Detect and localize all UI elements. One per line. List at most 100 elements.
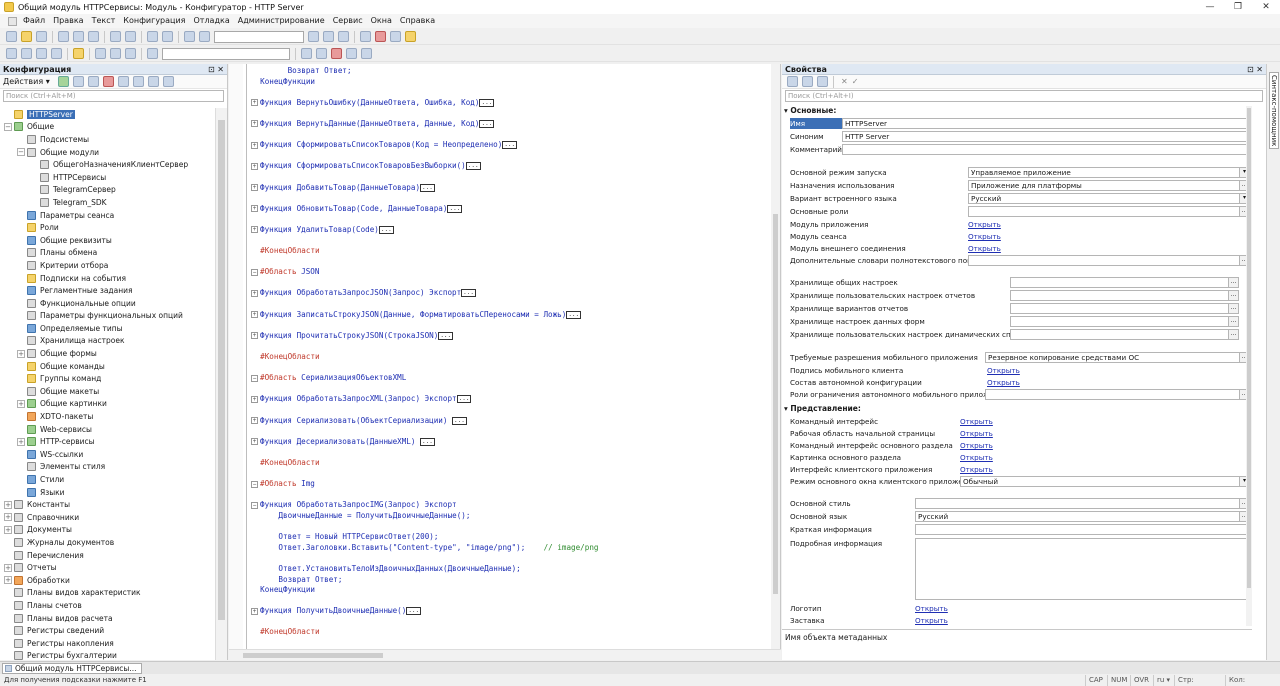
open-link[interactable]: Открыть bbox=[968, 232, 1001, 241]
tree-item[interactable]: Перечисления bbox=[0, 549, 214, 562]
mobile-roles-field[interactable]: … bbox=[985, 389, 1250, 400]
open-link[interactable]: Открыть bbox=[960, 453, 993, 462]
property-pages-icon[interactable] bbox=[817, 76, 828, 87]
breakpoint-icon[interactable] bbox=[125, 48, 136, 59]
code-line[interactable] bbox=[251, 236, 766, 247]
tree-item[interactable]: WS-ссылки bbox=[0, 448, 214, 461]
code-line[interactable] bbox=[251, 130, 766, 141]
tree-item[interactable]: Хранилища настроек bbox=[0, 335, 214, 348]
code-line[interactable]: #КонецОбласти bbox=[251, 352, 766, 363]
collapsed-block-marker[interactable]: ... bbox=[447, 204, 463, 213]
save-icon[interactable] bbox=[36, 31, 47, 42]
collapsed-block-marker[interactable]: ... bbox=[438, 331, 454, 340]
tree-search-input[interactable]: Поиск (Ctrl+Alt+M) bbox=[3, 90, 224, 102]
tree-item[interactable]: + Константы bbox=[0, 498, 214, 511]
window-tab[interactable]: Общий модуль HTTPСервисы... bbox=[2, 663, 142, 674]
print-icon[interactable] bbox=[110, 31, 121, 42]
new-icon[interactable] bbox=[6, 31, 17, 42]
code-line[interactable] bbox=[251, 384, 766, 395]
purpose-field[interactable]: Приложение для платформы… bbox=[968, 180, 1250, 191]
collapsed-block-marker[interactable]: ... bbox=[479, 98, 495, 107]
open-link[interactable]: Открыть bbox=[960, 429, 993, 438]
fold-toggle-icon[interactable]: − bbox=[251, 268, 258, 276]
menu-file[interactable]: Файл bbox=[23, 14, 45, 28]
tree-item[interactable]: + HTTP-сервисы bbox=[0, 435, 214, 448]
collapsed-block-marker[interactable]: ... bbox=[406, 607, 422, 616]
code-line[interactable]: + Функция ПрочитатьСтрокуJSON(СтрокаJSON)… bbox=[251, 331, 766, 342]
main-style-field[interactable]: … bbox=[915, 498, 1250, 509]
tree-item[interactable]: Регламентные задания bbox=[0, 284, 214, 297]
code-editor[interactable]: Возврат Ответ; КонецФункции + Функция Верн… bbox=[229, 64, 781, 660]
scrollbar-thumb[interactable] bbox=[218, 120, 225, 620]
code-line[interactable]: Ответ = Новый HTTPСервисОтвет(200); bbox=[251, 532, 766, 543]
tree-item[interactable]: + Обработки bbox=[0, 574, 214, 587]
tree-item[interactable]: Telegram_SDK bbox=[0, 196, 214, 209]
fold-toggle-icon[interactable]: + bbox=[251, 289, 258, 297]
code-line[interactable]: Возврат Ответ; bbox=[251, 575, 766, 586]
code-line[interactable] bbox=[251, 553, 766, 564]
bookmark-next-icon[interactable] bbox=[316, 48, 327, 59]
code-line[interactable] bbox=[251, 172, 766, 183]
editor-horizontal-scrollbar[interactable] bbox=[229, 649, 781, 660]
tree-item[interactable]: Планы счетов bbox=[0, 599, 214, 612]
edit-icon[interactable] bbox=[72, 76, 84, 87]
expand-toggle-icon[interactable]: − bbox=[17, 148, 25, 157]
main-language-field[interactable]: Русский… bbox=[915, 511, 1250, 522]
window-mode-select[interactable]: Обычный ▾ bbox=[960, 476, 1250, 487]
code-line[interactable]: Ответ.УстановитьТелоИзДвоичныхДанных(Дво… bbox=[251, 564, 766, 575]
collapsed-block-marker[interactable]: ... bbox=[420, 183, 435, 192]
code-line[interactable]: ДвоичныеДанные = ПолучитьДвоичныеДанные(… bbox=[251, 511, 766, 522]
fold-toggle-icon[interactable]: + bbox=[251, 438, 258, 446]
tree-item[interactable]: Элементы стиля bbox=[0, 461, 214, 474]
fold-toggle-icon[interactable]: + bbox=[251, 226, 258, 234]
collapsed-block-marker[interactable]: ... bbox=[456, 395, 472, 404]
fold-toggle-icon[interactable]: + bbox=[251, 120, 258, 128]
menu-configuration[interactable]: Конфигурация bbox=[123, 14, 185, 28]
fold-toggle-icon[interactable]: + bbox=[251, 417, 258, 425]
scrollbar-thumb[interactable] bbox=[243, 653, 383, 658]
code-line[interactable]: Ответ.Заголовки.Вставить("Content-type",… bbox=[251, 543, 766, 554]
tree-item[interactable]: Функциональные опции bbox=[0, 297, 214, 310]
code-line[interactable] bbox=[251, 151, 766, 162]
expand-toggle-icon[interactable]: + bbox=[17, 349, 25, 358]
fold-toggle-icon[interactable]: + bbox=[251, 607, 258, 615]
code-line[interactable] bbox=[251, 320, 766, 331]
db-config-icon[interactable] bbox=[21, 48, 32, 59]
cancel-icon[interactable]: ✕ bbox=[841, 77, 848, 86]
fold-toggle-icon[interactable]: + bbox=[251, 311, 258, 319]
code-line[interactable] bbox=[251, 193, 766, 204]
section-basic[interactable]: ▾ Основные: bbox=[784, 106, 836, 115]
code-line[interactable]: + Функция Десериализовать(ДанныеXML) ... bbox=[251, 437, 766, 448]
code-line[interactable]: − Функция ОбработатьЗапросIMG(Запрос) Экс… bbox=[251, 500, 766, 511]
search-input[interactable] bbox=[214, 30, 304, 43]
tree-item[interactable]: Регистры сведений bbox=[0, 624, 214, 637]
panel-close-icon[interactable]: ⊡ ✕ bbox=[1247, 64, 1263, 75]
collapsed-block-marker[interactable]: ... bbox=[461, 289, 477, 298]
code-line[interactable]: #КонецОбласти bbox=[251, 627, 766, 638]
select-button[interactable]: … bbox=[1228, 291, 1238, 300]
select-button[interactable]: … bbox=[1228, 304, 1238, 313]
short-info-field[interactable] bbox=[915, 524, 1250, 535]
menu-help[interactable]: Справка bbox=[400, 14, 435, 28]
undo-icon[interactable] bbox=[147, 31, 158, 42]
comment-icon[interactable] bbox=[361, 48, 372, 59]
properties-search-input[interactable]: Поиск (Ctrl+Alt+I) bbox=[785, 90, 1263, 102]
format-icon[interactable] bbox=[346, 48, 357, 59]
maximize-button[interactable]: ❐ bbox=[1224, 0, 1252, 14]
code-line[interactable] bbox=[251, 108, 766, 119]
tree-item[interactable]: Планы видов характеристик bbox=[0, 587, 214, 600]
redo-icon[interactable] bbox=[162, 31, 173, 42]
code-line[interactable]: + Функция ОбновитьТовар(Code, ДанныеТовар… bbox=[251, 204, 766, 215]
expand-toggle-icon[interactable]: + bbox=[17, 437, 25, 446]
fold-toggle-icon[interactable]: + bbox=[251, 332, 258, 340]
open-link[interactable]: Открыть bbox=[915, 616, 948, 625]
select-button[interactable]: … bbox=[1228, 317, 1238, 326]
storage-field[interactable]: …✕ bbox=[1010, 277, 1239, 288]
tree-item[interactable]: Языки bbox=[0, 486, 214, 499]
select-button[interactable]: … bbox=[1228, 330, 1238, 339]
code-line[interactable]: + Функция ВернутьДанные(ДанныеОтвета, Дан… bbox=[251, 119, 766, 130]
add-icon[interactable] bbox=[57, 76, 69, 87]
expand-toggle-icon[interactable]: + bbox=[4, 576, 12, 585]
code-line[interactable] bbox=[251, 469, 766, 480]
tree-item[interactable]: Регистры накопления bbox=[0, 637, 214, 650]
